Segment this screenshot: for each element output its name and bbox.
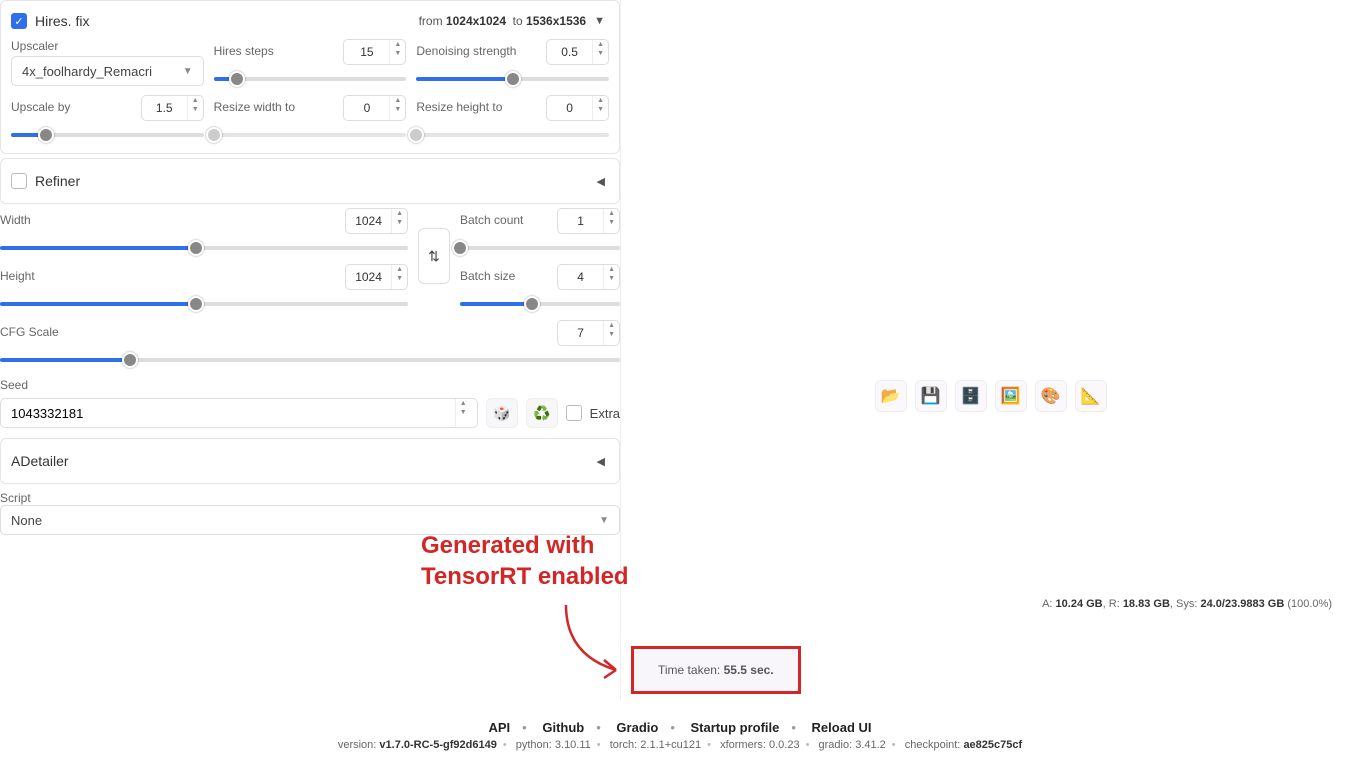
memory-stats: A: 10.24 GB, R: 18.83 GB, Sys: 24.0/23.9… [1042,598,1332,610]
resize-height-label: Resize height to [416,100,502,114]
hires-dim-text: from 1024x1024 to 1536x1536 [419,14,587,28]
zip-icon[interactable]: 🗄️ [955,380,987,412]
extra-label: Extra [590,406,620,421]
batch-size-slider[interactable] [460,294,620,314]
chevron-down-icon[interactable]: ▼ [590,15,609,27]
denoise-slider[interactable] [416,69,609,89]
footer-link-startup[interactable]: Startup profile [691,720,780,735]
upscale-by-input[interactable]: ▲▼ [141,95,204,121]
height-label: Height [0,269,35,283]
batch-size-label: Batch size [460,269,515,283]
width-label: Width [0,213,31,227]
version-line: version: v1.7.0-RC-5-gf92d6149• python: … [0,739,1360,751]
hires-steps-input[interactable]: ▲▼ [343,39,406,65]
seed-label: Seed [0,378,620,392]
resize-height-input[interactable]: ▲▼ [546,95,609,121]
dice-icon[interactable]: 🎲 [486,398,518,428]
cfg-input[interactable]: ▲▼ [557,320,620,346]
annotation-text: Generated with TensorRT enabled [421,530,629,592]
upscale-by-slider[interactable] [11,125,204,145]
adetailer-title: ADetailer [11,453,69,469]
denoise-input[interactable]: ▲▼ [546,39,609,65]
palette-icon[interactable]: 🎨 [1035,380,1067,412]
upscaler-select[interactable]: 4x_foolhardy_Remacri ▼ [11,56,204,86]
extra-checkbox[interactable] [566,405,582,421]
cfg-slider[interactable] [0,350,620,370]
width-input[interactable]: ▲▼ [345,208,408,234]
save-icon[interactable]: 💾 [915,380,947,412]
batch-count-slider[interactable] [460,238,620,258]
hires-fix-checkbox[interactable]: ✓ [11,13,27,29]
hires-fix-title: Hires. fix [35,13,89,29]
resize-width-label: Resize width to [214,100,295,114]
batch-count-label: Batch count [460,213,523,227]
recycle-icon[interactable]: ♻️ [526,398,558,428]
swap-dimensions-button[interactable]: ⇅ [418,228,450,284]
arrow-icon [561,600,641,690]
height-slider[interactable] [0,294,408,314]
chevron-down-icon: ▼ [599,515,609,526]
footer-link-reload[interactable]: Reload UI [812,720,872,735]
chevron-left-icon[interactable]: ◀ [593,455,609,468]
cfg-label: CFG Scale [0,325,59,339]
footer-link-gradio[interactable]: Gradio [616,720,658,735]
script-label: Script [0,491,31,505]
upscale-by-label: Upscale by [11,100,70,114]
batch-size-input[interactable]: ▲▼ [557,264,620,290]
adetailer-section: ADetailer ◀ [0,438,620,484]
ruler-icon[interactable]: 📐 [1075,380,1107,412]
width-slider[interactable] [0,238,408,258]
chevron-left-icon[interactable]: ◀ [593,175,609,188]
folder-icon[interactable]: 📂 [875,380,907,412]
resize-width-slider[interactable] [214,125,407,145]
height-input[interactable]: ▲▼ [345,264,408,290]
refiner-section: Refiner ◀ [0,158,620,204]
footer-link-github[interactable]: Github [542,720,584,735]
time-taken-box: Time taken: 55.5 sec. [631,646,801,694]
refiner-checkbox[interactable] [11,173,27,189]
chevron-down-icon: ▼ [183,66,193,77]
hires-steps-label: Hires steps [214,44,274,58]
hires-steps-slider[interactable] [214,69,407,89]
seed-input[interactable]: ▲▼ [0,398,478,428]
hires-fix-section: ✓ Hires. fix from 1024x1024 to 1536x1536… [0,0,620,154]
image-icon[interactable]: 🖼️ [995,380,1027,412]
resize-width-input[interactable]: ▲▼ [343,95,406,121]
resize-height-slider[interactable] [416,125,609,145]
output-toolbar: 📂 💾 🗄️ 🖼️ 🎨 📐 [621,380,1360,412]
upscaler-label: Upscaler [11,39,204,53]
refiner-title: Refiner [35,173,80,189]
footer: API• Github• Gradio• Startup profile• Re… [0,700,1360,755]
denoise-label: Denoising strength [416,44,516,58]
batch-count-input[interactable]: ▲▼ [557,208,620,234]
footer-links: API• Github• Gradio• Startup profile• Re… [0,720,1360,735]
footer-link-api[interactable]: API [488,720,510,735]
